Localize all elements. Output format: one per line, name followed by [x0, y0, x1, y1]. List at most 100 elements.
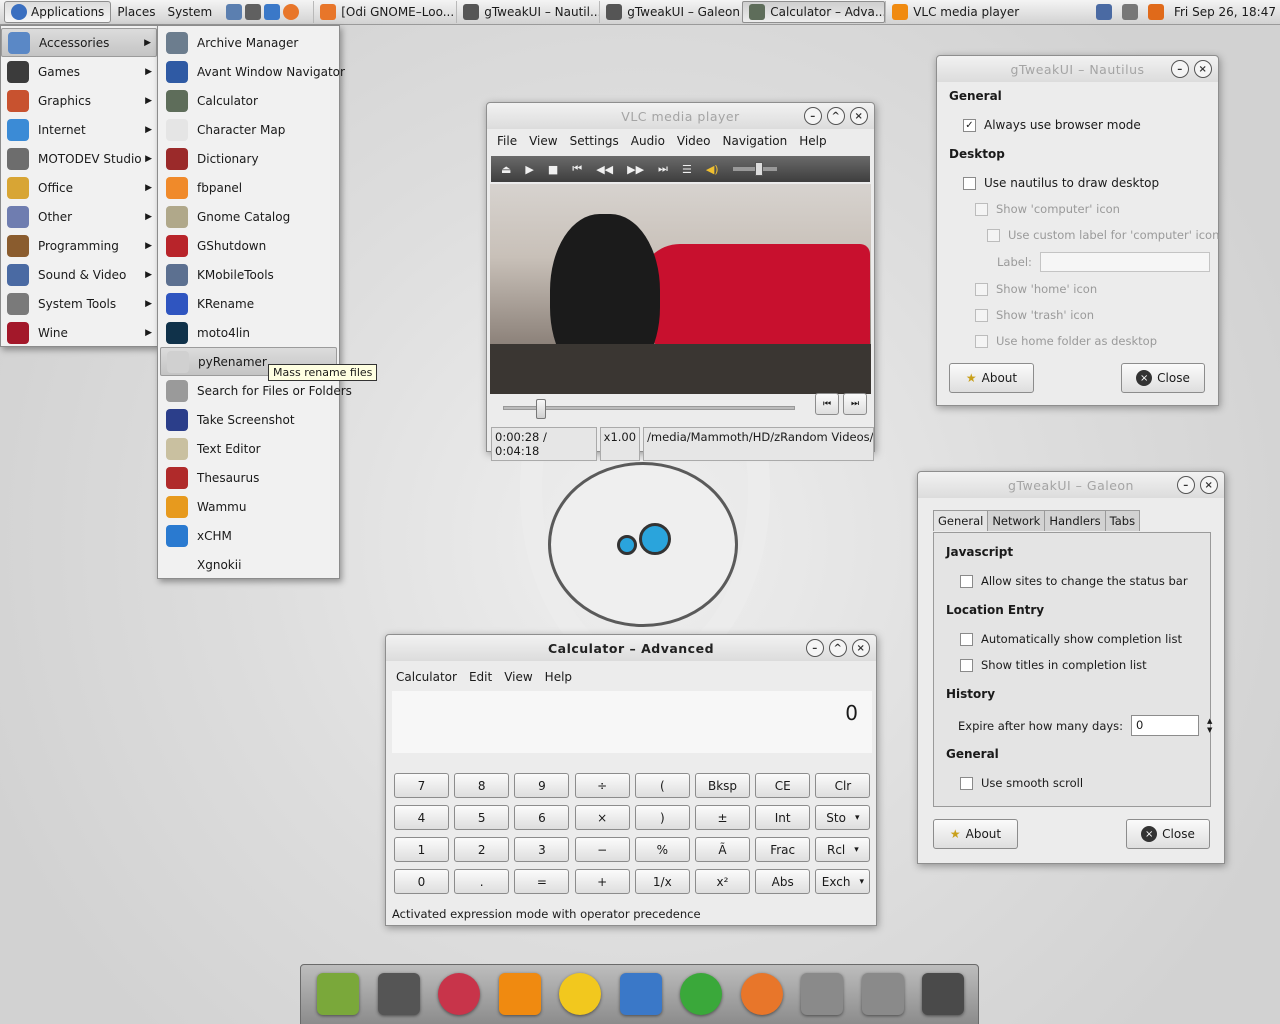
- calc-key[interactable]: 4: [394, 805, 449, 830]
- menu-view[interactable]: View: [498, 670, 538, 684]
- speaker-icon[interactable]: ◀): [706, 163, 719, 176]
- calc-key[interactable]: 6: [514, 805, 570, 830]
- draw-desktop-option[interactable]: Use nautilus to draw desktop: [963, 176, 1159, 190]
- applications-menu[interactable]: Applications: [4, 1, 112, 23]
- category-wine[interactable]: Wine ▶: [1, 318, 157, 347]
- calculator-titlebar[interactable]: Calculator – Advanced – ^ ×: [386, 635, 876, 661]
- menu-item-xchm[interactable]: xCHM: [160, 521, 337, 550]
- category-internet[interactable]: Internet ▶: [1, 115, 157, 144]
- menu-item-krename[interactable]: KRename: [160, 289, 337, 318]
- eject-icon[interactable]: ⏏: [501, 163, 511, 176]
- calc-key[interactable]: −: [574, 837, 630, 862]
- calc-key[interactable]: Bksp: [695, 773, 750, 798]
- calc-key[interactable]: =: [514, 869, 570, 894]
- calculator-icon[interactable]: [918, 969, 968, 1019]
- seek-bar[interactable]: [503, 399, 795, 419]
- label-input[interactable]: [1039, 252, 1210, 272]
- task-button[interactable]: Calculator – Adva...: [742, 1, 886, 23]
- menu-item-avant-window-navigator[interactable]: Avant Window Navigator: [160, 57, 345, 86]
- calc-key[interactable]: Abs: [755, 869, 811, 894]
- task-button[interactable]: gTweakUI – Galeon: [599, 1, 742, 23]
- menu-item-archive-manager[interactable]: Archive Manager: [160, 28, 337, 57]
- minimize-button[interactable]: –: [1177, 476, 1195, 494]
- smiley-icon[interactable]: [555, 969, 605, 1019]
- calc-key[interactable]: ): [634, 805, 690, 830]
- volume-icon[interactable]: [1121, 4, 1138, 20]
- gtweakui-icon[interactable]: [858, 969, 908, 1019]
- tab-general[interactable]: General: [933, 510, 989, 531]
- menu-view[interactable]: View: [523, 134, 563, 148]
- minimize-button[interactable]: –: [1171, 60, 1189, 78]
- about-button[interactable]: ★ About: [933, 819, 1018, 849]
- show-computer-checkbox[interactable]: [975, 202, 988, 216]
- calc-key[interactable]: ×: [574, 805, 630, 830]
- custom-label-option[interactable]: Use custom label for 'computer' icon: [987, 228, 1219, 242]
- forward-icon[interactable]: ▶▶: [627, 163, 644, 176]
- calc-key[interactable]: x²: [695, 869, 750, 894]
- previous-button[interactable]: ⏮: [815, 393, 839, 415]
- menu-settings[interactable]: Settings: [564, 134, 625, 148]
- close-button[interactable]: ×: [1200, 476, 1218, 494]
- expire-spin-input[interactable]: 0: [1131, 715, 1200, 736]
- calc-key[interactable]: 1: [394, 837, 449, 862]
- menu-item-dictionary[interactable]: Dictionary: [160, 144, 337, 173]
- monitor-icon[interactable]: [264, 4, 281, 20]
- next-icon[interactable]: ⏭: [658, 162, 668, 176]
- calc-key[interactable]: CE: [755, 773, 811, 798]
- show-titles-option[interactable]: Show titles in completion list: [960, 658, 1147, 672]
- vlc-icon[interactable]: [495, 969, 545, 1019]
- volume-slider[interactable]: [732, 162, 777, 176]
- menu-audio[interactable]: Audio: [625, 134, 671, 148]
- menu-edit[interactable]: Edit: [463, 670, 498, 684]
- calc-key[interactable]: 9: [514, 773, 570, 798]
- galeon-titlebar[interactable]: gTweakUI – Galeon – ×: [918, 472, 1224, 498]
- smooth-scroll-checkbox[interactable]: [960, 776, 973, 790]
- tab-network[interactable]: Network: [987, 510, 1046, 531]
- calc-key[interactable]: +: [574, 869, 630, 894]
- menu-item-take-screenshot[interactable]: Take Screenshot: [160, 405, 337, 434]
- close-button[interactable]: ×: [1194, 60, 1212, 78]
- category-accessories[interactable]: Accessories ▶: [1, 28, 157, 57]
- clapper-icon[interactable]: [374, 969, 424, 1019]
- clock[interactable]: Fri Sep 26, 18:47: [1174, 5, 1276, 19]
- home-folder-checkbox[interactable]: [975, 334, 988, 348]
- trash-icon[interactable]: [313, 969, 363, 1019]
- menu-file[interactable]: File: [491, 134, 523, 148]
- calc-key[interactable]: (: [634, 773, 690, 798]
- calc-key[interactable]: ÷: [574, 773, 630, 798]
- menu-video[interactable]: Video: [671, 134, 717, 148]
- close-dialog-button[interactable]: × Close: [1126, 819, 1210, 849]
- calc-key[interactable]: .: [454, 869, 510, 894]
- calc-key[interactable]: 1/x: [634, 869, 690, 894]
- stop-icon[interactable]: ■: [548, 163, 558, 176]
- menu-help[interactable]: Help: [539, 670, 578, 684]
- places-menu[interactable]: Places: [111, 1, 161, 23]
- calc-key[interactable]: 7: [394, 773, 449, 798]
- menu-calculator[interactable]: Calculator: [390, 670, 463, 684]
- task-button[interactable]: [Odi GNOME–Loo...: [313, 1, 456, 23]
- maximize-button[interactable]: ^: [827, 107, 845, 125]
- auto-complete-option[interactable]: Automatically show completion list: [960, 632, 1182, 646]
- category-office[interactable]: Office ▶: [1, 173, 157, 202]
- close-button[interactable]: ×: [850, 107, 868, 125]
- calc-key[interactable]: 8: [454, 773, 510, 798]
- calc-key[interactable]: Clr: [815, 773, 871, 798]
- home-folder-option[interactable]: Use home folder as desktop: [975, 334, 1157, 348]
- network-icon[interactable]: [1095, 4, 1112, 20]
- menu-item-text-editor[interactable]: Text Editor: [160, 434, 337, 463]
- minimize-button[interactable]: –: [806, 639, 824, 657]
- info-icon[interactable]: [226, 4, 243, 20]
- about-button[interactable]: ★ About: [949, 363, 1034, 393]
- menu-item-gshutdown[interactable]: GShutdown: [160, 231, 337, 260]
- calc-key[interactable]: Rcl ▾: [815, 837, 871, 862]
- play-icon[interactable]: ▶: [525, 163, 533, 176]
- menu-item-xgnokii[interactable]: Xgnokii: [160, 550, 337, 579]
- auto-complete-checkbox[interactable]: [960, 632, 973, 646]
- menu-item-character-map[interactable]: Character Map: [160, 115, 337, 144]
- status-bar-checkbox[interactable]: [960, 574, 973, 588]
- gear-icon[interactable]: [245, 4, 262, 20]
- menu-item-calculator[interactable]: Calculator: [160, 86, 337, 115]
- gtweakui-icon[interactable]: [797, 969, 847, 1019]
- show-computer-option[interactable]: Show 'computer' icon: [975, 202, 1120, 216]
- rewind-icon[interactable]: ◀◀: [596, 163, 613, 176]
